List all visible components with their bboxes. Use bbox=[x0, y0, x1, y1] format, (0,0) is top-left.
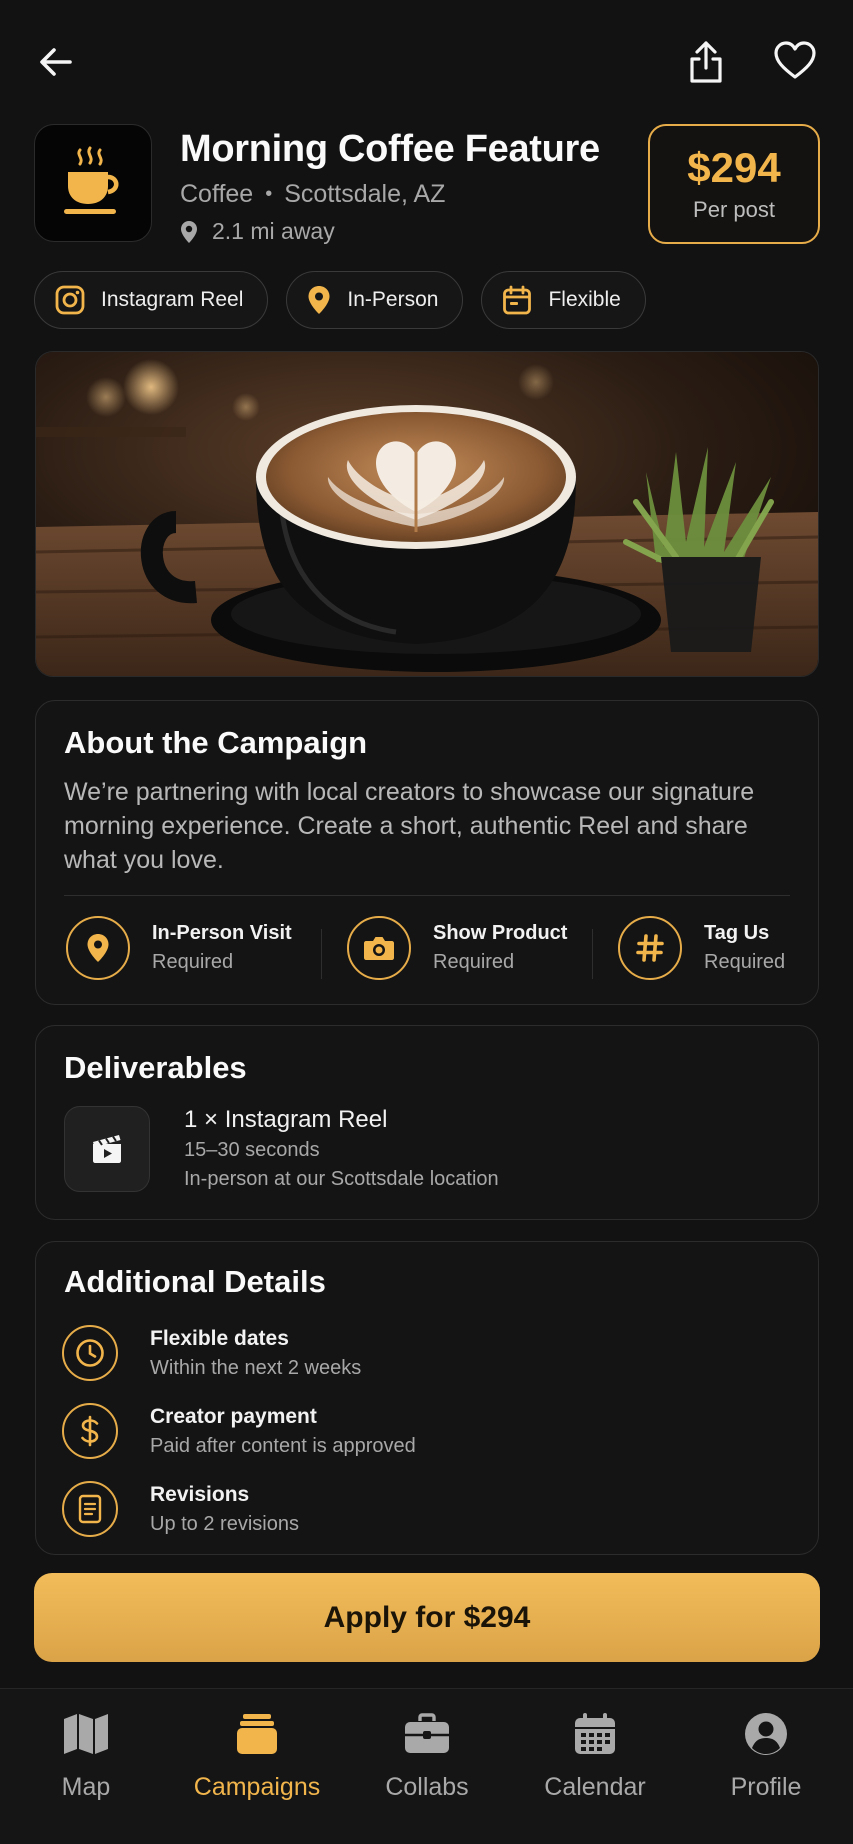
detail-icon bbox=[62, 1403, 118, 1459]
deliverables-title: Deliverables bbox=[64, 1050, 247, 1085]
requirement-status: Required bbox=[152, 951, 234, 973]
tab-label: Campaigns bbox=[193, 1773, 321, 1801]
instagram-icon bbox=[55, 285, 85, 315]
additional-title: Additional Details bbox=[64, 1264, 326, 1299]
campaign-location: Scottsdale, AZ bbox=[284, 180, 446, 208]
chip-in-person[interactable]: In-Person bbox=[286, 271, 464, 329]
requirement-status: Required bbox=[433, 951, 515, 973]
deliverable-title: 1 × Instagram Reel bbox=[184, 1106, 388, 1133]
detail-flexible-dates: Flexible dates Within the next 2 weeks bbox=[62, 1324, 361, 1382]
dollar-icon bbox=[81, 1415, 99, 1447]
detail-icon bbox=[62, 1325, 118, 1381]
campaign-title: Morning Coffee Feature bbox=[180, 128, 600, 170]
subtitle-separator: • bbox=[265, 183, 273, 205]
about-title: About the Campaign bbox=[64, 725, 368, 760]
additional-details-card: Additional Details Flexible dates Within… bbox=[35, 1241, 819, 1555]
location-pin-icon bbox=[87, 934, 109, 962]
top-bar bbox=[0, 30, 853, 94]
chip-label: Flexible bbox=[548, 288, 621, 311]
tab-collabs[interactable]: Collabs bbox=[357, 1709, 497, 1819]
profile-icon bbox=[745, 1713, 787, 1755]
campaigns-icon bbox=[237, 1714, 277, 1754]
requirement-tag-us: Tag Us Required bbox=[618, 915, 785, 981]
share-button[interactable] bbox=[676, 32, 736, 92]
requirement-label: In-Person Visit bbox=[152, 922, 292, 944]
arrow-left-icon bbox=[40, 48, 72, 76]
detail-revisions: Revisions Up to 2 revisions bbox=[62, 1480, 299, 1538]
briefcase-icon bbox=[405, 1713, 449, 1753]
requirement-icon bbox=[66, 916, 130, 980]
deliverables-card: Deliverables 1 × Instagram Reel 15–30 se… bbox=[35, 1025, 819, 1220]
tab-label: Collabs bbox=[385, 1773, 469, 1801]
brand-logo bbox=[34, 124, 152, 242]
deliverable-note: In-person at our Scottsdale location bbox=[184, 1168, 499, 1190]
detail-creator-payment: Creator payment Paid after content is ap… bbox=[62, 1402, 416, 1460]
tab-label: Map bbox=[61, 1773, 111, 1801]
coffee-cup-icon bbox=[64, 146, 119, 214]
deliverable-duration: 15–30 seconds bbox=[184, 1139, 320, 1161]
requirement-separator bbox=[592, 929, 593, 979]
heart-icon bbox=[774, 41, 816, 79]
latte-art-image bbox=[36, 352, 818, 676]
detail-icon bbox=[62, 1481, 118, 1537]
requirement-label: Show Product bbox=[433, 922, 568, 944]
price-unit: Per post bbox=[693, 197, 775, 223]
location-pin-icon bbox=[181, 220, 197, 243]
campaign-category: Coffee bbox=[180, 180, 254, 208]
chip-flexible[interactable]: Flexible bbox=[481, 271, 646, 329]
clock-icon bbox=[76, 1339, 104, 1367]
requirement-separator bbox=[321, 929, 322, 979]
tab-label: Profile bbox=[730, 1773, 802, 1801]
campaign-tags: Instagram Reel In-Person Flexible bbox=[34, 271, 646, 329]
tab-map[interactable]: Map bbox=[16, 1709, 156, 1819]
campaign-hero-image bbox=[35, 351, 819, 677]
detail-sub: Up to 2 revisions bbox=[150, 1512, 299, 1535]
about-campaign-card: About the Campaign We’re partnering with… bbox=[35, 700, 819, 1005]
tab-campaigns[interactable]: Campaigns bbox=[187, 1709, 327, 1819]
clapperboard-icon bbox=[93, 1135, 121, 1163]
price-badge: $294 Per post bbox=[648, 124, 820, 244]
tab-calendar[interactable]: Calendar bbox=[525, 1709, 665, 1819]
detail-sub: Paid after content is approved bbox=[150, 1434, 416, 1457]
apply-button[interactable]: Apply for $294 bbox=[34, 1573, 820, 1662]
tab-label: Calendar bbox=[544, 1773, 646, 1801]
chip-instagram-reel[interactable]: Instagram Reel bbox=[34, 271, 269, 329]
camera-icon bbox=[364, 937, 394, 960]
requirement-label: Tag Us bbox=[704, 922, 770, 944]
chip-label: Instagram Reel bbox=[101, 288, 244, 311]
back-button[interactable] bbox=[26, 32, 86, 92]
requirement-show-product: Show Product Required bbox=[347, 915, 567, 981]
requirement-icon bbox=[347, 916, 411, 980]
document-icon bbox=[78, 1494, 102, 1524]
detail-label: Flexible dates bbox=[150, 1326, 289, 1350]
tab-profile[interactable]: Profile bbox=[696, 1709, 836, 1819]
chip-label: In-Person bbox=[347, 288, 439, 311]
price-amount: $294 bbox=[687, 143, 781, 191]
detail-sub: Within the next 2 weeks bbox=[150, 1356, 362, 1379]
campaign-distance: 2.1 mi away bbox=[180, 218, 335, 245]
detail-label: Revisions bbox=[150, 1482, 250, 1506]
campaign-subtitle: Coffee • Scottsdale, AZ bbox=[180, 180, 445, 209]
requirement-icon bbox=[618, 916, 682, 980]
share-icon bbox=[690, 41, 722, 83]
about-description: We’re partnering with local creators to … bbox=[64, 778, 755, 874]
calendar-icon bbox=[503, 285, 532, 315]
favorite-button[interactable] bbox=[765, 30, 825, 90]
hashtag-icon bbox=[636, 934, 664, 962]
map-icon bbox=[64, 1714, 108, 1754]
requirement-status: Required bbox=[704, 951, 786, 973]
distance-text: 2.1 mi away bbox=[212, 218, 335, 244]
requirement-in-person-visit: In-Person Visit Required bbox=[66, 915, 292, 981]
location-pin-icon bbox=[308, 286, 330, 314]
deliverable-icon-tile bbox=[64, 1106, 150, 1192]
detail-label: Creator payment bbox=[150, 1404, 317, 1428]
divider bbox=[64, 895, 790, 896]
calendar-icon bbox=[575, 1713, 615, 1754]
campaign-header: Morning Coffee Feature Coffee • Scottsda… bbox=[34, 124, 820, 246]
bottom-tab-bar: Map Campaigns Collabs Calendar Profile bbox=[0, 1688, 853, 1844]
